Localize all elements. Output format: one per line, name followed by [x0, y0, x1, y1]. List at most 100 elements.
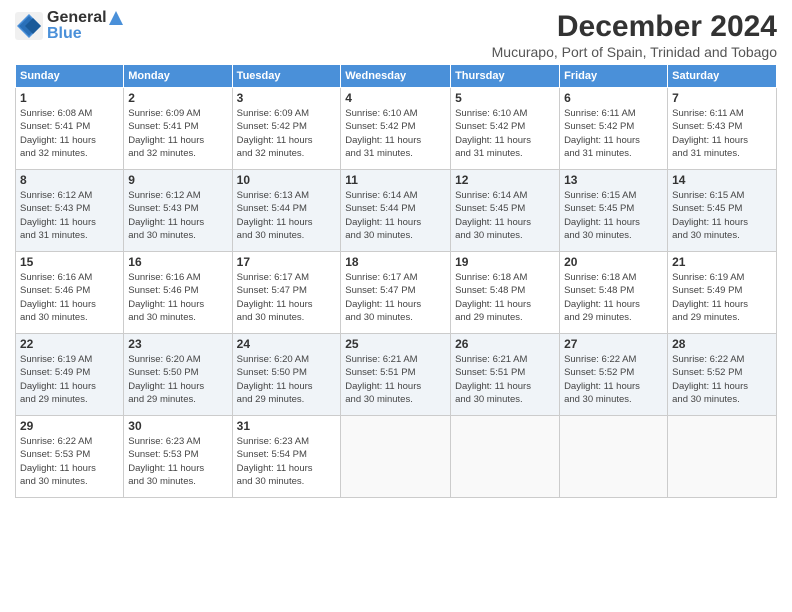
sunset-label: Sunset: 5:52 PM [564, 367, 634, 378]
table-row: 27 Sunrise: 6:22 AM Sunset: 5:52 PM Dayl… [560, 334, 668, 416]
sunrise-label: Sunrise: 6:22 AM [20, 436, 92, 447]
daylight-label: Daylight: 11 hoursand 30 minutes. [672, 217, 748, 241]
sunset-label: Sunset: 5:54 PM [237, 449, 307, 460]
col-saturday: Saturday [668, 65, 777, 88]
table-row: 13 Sunrise: 6:15 AM Sunset: 5:45 PM Dayl… [560, 170, 668, 252]
table-row: 16 Sunrise: 6:16 AM Sunset: 5:46 PM Dayl… [124, 252, 232, 334]
daylight-label: Daylight: 11 hoursand 30 minutes. [455, 217, 531, 241]
day-info: Sunrise: 6:19 AM Sunset: 5:49 PM Dayligh… [672, 271, 772, 324]
sunset-label: Sunset: 5:42 PM [455, 121, 525, 132]
sunset-label: Sunset: 5:50 PM [237, 367, 307, 378]
logo-general: General [47, 10, 107, 26]
sunrise-label: Sunrise: 6:18 AM [564, 272, 636, 283]
day-info: Sunrise: 6:21 AM Sunset: 5:51 PM Dayligh… [345, 353, 446, 406]
sunrise-label: Sunrise: 6:17 AM [345, 272, 417, 283]
day-info: Sunrise: 6:20 AM Sunset: 5:50 PM Dayligh… [128, 353, 227, 406]
daylight-label: Daylight: 11 hoursand 30 minutes. [128, 299, 204, 323]
sunset-label: Sunset: 5:51 PM [345, 367, 415, 378]
sunrise-label: Sunrise: 6:11 AM [672, 108, 744, 119]
calendar-table: Sunday Monday Tuesday Wednesday Thursday… [15, 64, 777, 498]
sunrise-label: Sunrise: 6:17 AM [237, 272, 309, 283]
sunrise-label: Sunrise: 6:23 AM [237, 436, 309, 447]
day-number: 4 [345, 91, 446, 105]
sunrise-label: Sunrise: 6:22 AM [564, 354, 636, 365]
sunrise-label: Sunrise: 6:19 AM [672, 272, 744, 283]
daylight-label: Daylight: 11 hoursand 30 minutes. [345, 381, 421, 405]
day-info: Sunrise: 6:08 AM Sunset: 5:41 PM Dayligh… [20, 107, 119, 160]
day-number: 13 [564, 173, 663, 187]
sunset-label: Sunset: 5:46 PM [20, 285, 90, 296]
table-row: 30 Sunrise: 6:23 AM Sunset: 5:53 PM Dayl… [124, 416, 232, 498]
day-info: Sunrise: 6:12 AM Sunset: 5:43 PM Dayligh… [128, 189, 227, 242]
day-number: 12 [455, 173, 555, 187]
day-info: Sunrise: 6:17 AM Sunset: 5:47 PM Dayligh… [237, 271, 337, 324]
table-row: 17 Sunrise: 6:17 AM Sunset: 5:47 PM Dayl… [232, 252, 341, 334]
table-row: 29 Sunrise: 6:22 AM Sunset: 5:53 PM Dayl… [16, 416, 124, 498]
sunrise-label: Sunrise: 6:15 AM [672, 190, 744, 201]
day-info: Sunrise: 6:14 AM Sunset: 5:44 PM Dayligh… [345, 189, 446, 242]
sunrise-label: Sunrise: 6:16 AM [20, 272, 92, 283]
table-row: 3 Sunrise: 6:09 AM Sunset: 5:42 PM Dayli… [232, 88, 341, 170]
table-row: 26 Sunrise: 6:21 AM Sunset: 5:51 PM Dayl… [451, 334, 560, 416]
day-info: Sunrise: 6:22 AM Sunset: 5:52 PM Dayligh… [564, 353, 663, 406]
daylight-label: Daylight: 11 hoursand 30 minutes. [20, 299, 96, 323]
daylight-label: Daylight: 11 hoursand 29 minutes. [20, 381, 96, 405]
day-info: Sunrise: 6:16 AM Sunset: 5:46 PM Dayligh… [128, 271, 227, 324]
sunset-label: Sunset: 5:46 PM [128, 285, 198, 296]
table-row: 18 Sunrise: 6:17 AM Sunset: 5:47 PM Dayl… [341, 252, 451, 334]
day-number: 27 [564, 337, 663, 351]
day-number: 3 [237, 91, 337, 105]
sunset-label: Sunset: 5:47 PM [345, 285, 415, 296]
day-info: Sunrise: 6:13 AM Sunset: 5:44 PM Dayligh… [237, 189, 337, 242]
sunset-label: Sunset: 5:49 PM [672, 285, 742, 296]
table-row: 12 Sunrise: 6:14 AM Sunset: 5:45 PM Dayl… [451, 170, 560, 252]
day-info: Sunrise: 6:17 AM Sunset: 5:47 PM Dayligh… [345, 271, 446, 324]
sunrise-label: Sunrise: 6:15 AM [564, 190, 636, 201]
table-row [560, 416, 668, 498]
day-number: 16 [128, 255, 227, 269]
sunrise-label: Sunrise: 6:14 AM [345, 190, 417, 201]
daylight-label: Daylight: 11 hoursand 30 minutes. [345, 299, 421, 323]
daylight-label: Daylight: 11 hoursand 29 minutes. [237, 381, 313, 405]
sunrise-label: Sunrise: 6:12 AM [128, 190, 200, 201]
day-info: Sunrise: 6:10 AM Sunset: 5:42 PM Dayligh… [345, 107, 446, 160]
day-number: 25 [345, 337, 446, 351]
day-number: 31 [237, 419, 337, 433]
daylight-label: Daylight: 11 hoursand 30 minutes. [455, 381, 531, 405]
logo-line: General [47, 10, 123, 26]
table-row: 15 Sunrise: 6:16 AM Sunset: 5:46 PM Dayl… [16, 252, 124, 334]
logo-blue: Blue [47, 26, 123, 42]
day-info: Sunrise: 6:20 AM Sunset: 5:50 PM Dayligh… [237, 353, 337, 406]
sunset-label: Sunset: 5:47 PM [237, 285, 307, 296]
col-sunday: Sunday [16, 65, 124, 88]
daylight-label: Daylight: 11 hoursand 30 minutes. [20, 463, 96, 487]
day-number: 15 [20, 255, 119, 269]
day-info: Sunrise: 6:12 AM Sunset: 5:43 PM Dayligh… [20, 189, 119, 242]
logo-text: General Blue [47, 10, 123, 42]
sunrise-label: Sunrise: 6:08 AM [20, 108, 92, 119]
sunrise-label: Sunrise: 6:21 AM [345, 354, 417, 365]
day-number: 9 [128, 173, 227, 187]
table-row: 25 Sunrise: 6:21 AM Sunset: 5:51 PM Dayl… [341, 334, 451, 416]
day-number: 21 [672, 255, 772, 269]
daylight-label: Daylight: 11 hoursand 31 minutes. [455, 135, 531, 159]
sunrise-label: Sunrise: 6:12 AM [20, 190, 92, 201]
month-title: December 2024 [492, 10, 777, 44]
sunset-label: Sunset: 5:42 PM [564, 121, 634, 132]
day-number: 2 [128, 91, 227, 105]
daylight-label: Daylight: 11 hoursand 30 minutes. [564, 381, 640, 405]
table-row: 2 Sunrise: 6:09 AM Sunset: 5:41 PM Dayli… [124, 88, 232, 170]
daylight-label: Daylight: 11 hoursand 31 minutes. [672, 135, 748, 159]
col-thursday: Thursday [451, 65, 560, 88]
day-number: 1 [20, 91, 119, 105]
table-row: 14 Sunrise: 6:15 AM Sunset: 5:45 PM Dayl… [668, 170, 777, 252]
day-number: 11 [345, 173, 446, 187]
day-info: Sunrise: 6:19 AM Sunset: 5:49 PM Dayligh… [20, 353, 119, 406]
daylight-label: Daylight: 11 hoursand 29 minutes. [455, 299, 531, 323]
sunrise-label: Sunrise: 6:19 AM [20, 354, 92, 365]
day-number: 14 [672, 173, 772, 187]
sunset-label: Sunset: 5:50 PM [128, 367, 198, 378]
day-number: 18 [345, 255, 446, 269]
table-row: 11 Sunrise: 6:14 AM Sunset: 5:44 PM Dayl… [341, 170, 451, 252]
sunrise-label: Sunrise: 6:09 AM [237, 108, 309, 119]
